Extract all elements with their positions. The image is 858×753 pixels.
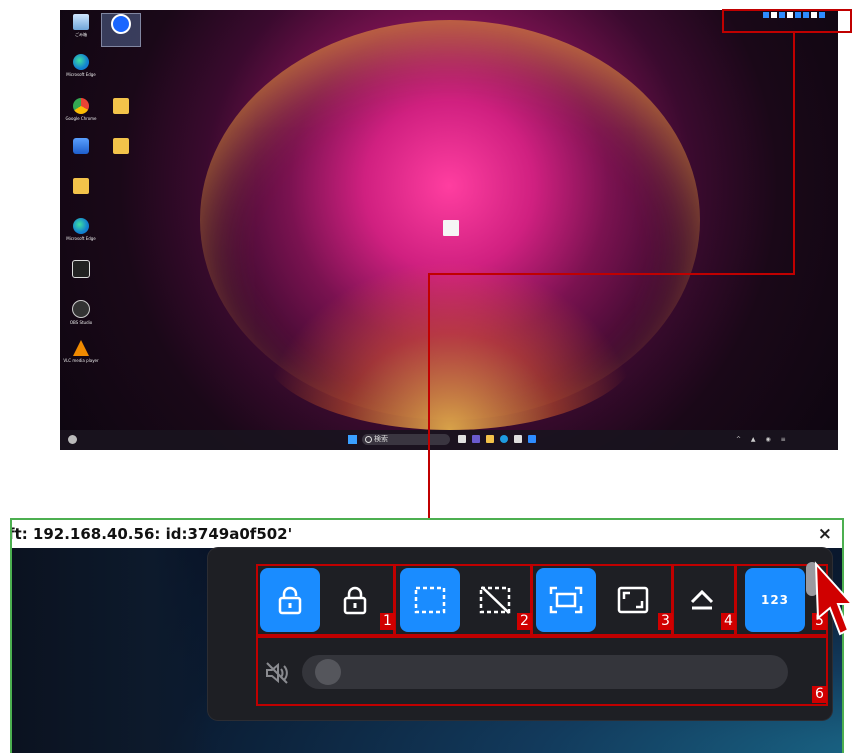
group-box-2 xyxy=(394,564,532,636)
taskview-icon[interactable] xyxy=(458,435,466,443)
callout-line xyxy=(428,273,430,519)
edge-icon[interactable] xyxy=(500,435,508,443)
taskbar-apps xyxy=(458,435,536,443)
folder-icon xyxy=(113,138,129,154)
desktop-icon-folder-2[interactable] xyxy=(102,138,140,154)
callout-box xyxy=(722,9,852,33)
desktop-icon-obs[interactable]: OBS Studio xyxy=(62,300,100,325)
explorer-icon[interactable] xyxy=(486,435,494,443)
speaker-muted-icon xyxy=(266,662,288,684)
desktop-icon-edge-2[interactable]: Microsoft Edge xyxy=(62,218,100,241)
mute-button[interactable] xyxy=(264,660,290,690)
group-number-4: 4 xyxy=(721,613,736,630)
desktop-icon-label: VLC media player xyxy=(63,358,99,363)
app-icon[interactable] xyxy=(528,435,536,443)
edge-icon xyxy=(73,218,89,234)
callout-line xyxy=(428,273,795,275)
search-placeholder: 検索 xyxy=(374,435,388,443)
group-number-2: 2 xyxy=(517,613,532,630)
taskbar-search[interactable]: 検索 xyxy=(362,434,450,445)
cursor-icon xyxy=(814,561,855,636)
remote-dark-area xyxy=(12,548,212,753)
start-icon[interactable] xyxy=(348,435,357,444)
chat-icon[interactable] xyxy=(472,435,480,443)
obs-icon xyxy=(72,300,90,318)
edge-icon xyxy=(73,54,89,70)
vlc-icon xyxy=(73,340,89,356)
folder-icon xyxy=(113,98,129,114)
system-tray[interactable]: ^ ▲ ◉ ≡ xyxy=(736,436,790,443)
group-box-3 xyxy=(531,564,673,636)
desktop-icon-app[interactable] xyxy=(62,138,100,154)
desktop-icon-chrome[interactable]: Google Chrome xyxy=(62,98,100,121)
desktop-icon-recycle-bin[interactable]: ごみ箱 xyxy=(62,14,100,37)
desktop-icon-text-file[interactable] xyxy=(432,220,470,236)
group-box-1 xyxy=(256,564,395,636)
volume-slider-knob[interactable] xyxy=(315,659,341,685)
store-icon[interactable] xyxy=(514,435,522,443)
recycle-bin-icon xyxy=(73,14,89,30)
teamviewer-icon xyxy=(111,14,131,34)
app-icon xyxy=(73,138,89,154)
group-number-1: 1 xyxy=(380,613,395,630)
chrome-icon xyxy=(73,98,89,114)
desktop-icon-teamviewer[interactable] xyxy=(101,13,141,47)
window-title: ft: 192.168.40.56: id:3749a0f502' xyxy=(10,525,293,543)
desktop-icon-folder-1[interactable] xyxy=(102,98,140,114)
taskbar: 検索 ^ ▲ ◉ ≡ xyxy=(60,430,838,450)
desktop-screenshot: ごみ箱 Microsoft Edge Google Chrome Microso… xyxy=(60,10,838,450)
desktop-icon-label: ごみ箱 xyxy=(75,32,87,37)
desktop-icon-label: Microsoft Edge xyxy=(66,72,96,77)
desktop-icon-label: OBS Studio xyxy=(69,320,93,325)
widgets-icon[interactable] xyxy=(68,435,77,444)
folder-icon xyxy=(73,178,89,194)
file-icon xyxy=(443,220,459,236)
desktop-icon-label: Google Chrome xyxy=(65,116,97,121)
desktop-icon-folder-3[interactable] xyxy=(62,178,100,194)
close-icon[interactable]: × xyxy=(818,520,832,548)
group-number-3: 3 xyxy=(658,613,673,630)
callout-line xyxy=(793,31,795,275)
desktop-icon-edge[interactable]: Microsoft Edge xyxy=(62,54,100,77)
desktop-icon-logitech[interactable] xyxy=(62,260,100,278)
search-icon xyxy=(365,436,372,443)
desktop-icon-label: Microsoft Edge xyxy=(66,236,96,241)
logitech-icon xyxy=(72,260,90,278)
wallpaper-glow-bottom xyxy=(260,260,640,430)
desktop-icon-vlc[interactable]: VLC media player xyxy=(62,340,100,363)
volume-slider[interactable] xyxy=(302,655,788,689)
group-number-6: 6 xyxy=(812,686,827,703)
window-title-bar: ft: 192.168.40.56: id:3749a0f502' × xyxy=(12,520,842,548)
